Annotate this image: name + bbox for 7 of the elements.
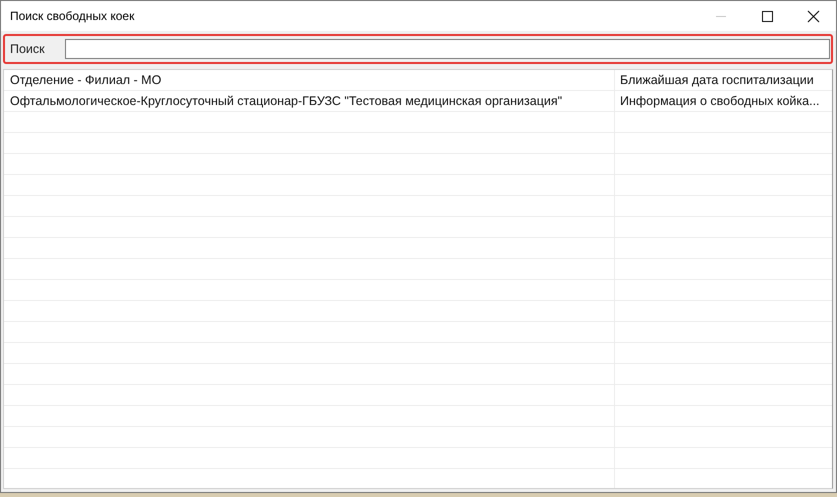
table-cell-text: Информация о свободных койка... <box>619 93 821 110</box>
column-header: Отделение - Филиал - МО <box>9 72 162 89</box>
table-cell-text: Офтальмологическое-Круглосуточный стационар-ГБУЗС "Тестовая медицинская организация" <box>9 93 564 110</box>
column-header: Ближайшая дата госпитализации <box>619 72 815 89</box>
search-label: Поиск <box>9 42 46 56</box>
search-field[interactable] <box>65 39 830 59</box>
window-title: Поиск свободных коек <box>9 9 134 23</box>
